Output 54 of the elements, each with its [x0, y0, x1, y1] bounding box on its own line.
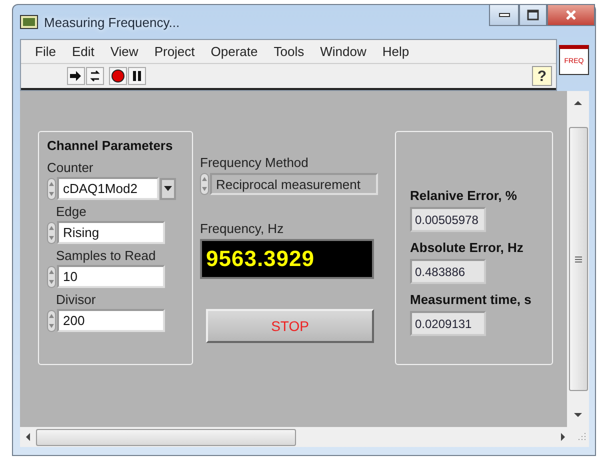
- minimize-icon: [498, 13, 510, 17]
- spinner-icon[interactable]: [47, 310, 56, 332]
- spinner-icon[interactable]: [47, 266, 56, 288]
- menu-item[interactable]: Operate: [202, 44, 266, 59]
- control-label: Edge: [56, 204, 88, 219]
- spinner-icon[interactable]: [47, 222, 56, 244]
- control-label: Counter: [47, 160, 94, 175]
- spinner-icon[interactable]: [200, 173, 209, 195]
- indicator-label: Frequency, Hz: [200, 221, 285, 236]
- pause-icon: [130, 69, 144, 83]
- indicator-label: Measurment time, s: [410, 292, 532, 307]
- caret-icon: [164, 186, 172, 191]
- control-label: Samples to Read: [56, 248, 157, 263]
- close-icon: [564, 9, 578, 21]
- indicator-label: Absolute Error, Hz: [410, 240, 524, 255]
- arrow-icon: [69, 69, 83, 83]
- menu-item[interactable]: Project: [146, 44, 203, 59]
- value-field: 0.483886: [410, 259, 486, 284]
- group-title: Channel Parameters: [47, 138, 174, 153]
- control-label: Divisor: [56, 292, 97, 307]
- counter-dropdown[interactable]: cDAQ1Mod2: [57, 177, 159, 200]
- menu-item[interactable]: File: [27, 44, 64, 59]
- help-button[interactable]: ?: [532, 66, 552, 86]
- minimize-button[interactable]: [489, 4, 519, 26]
- indicator-label: Relanive Error, %: [410, 188, 518, 203]
- menu-item[interactable]: Tools: [266, 44, 312, 59]
- method-selector[interactable]: Reciprocal measurement: [210, 173, 378, 195]
- close-button[interactable]: [547, 4, 595, 26]
- spinner-icon[interactable]: [47, 178, 56, 200]
- menu-item[interactable]: Edit: [64, 44, 102, 59]
- window-title: Measuring Frequency...: [44, 14, 180, 30]
- run-continuously-button[interactable]: [86, 67, 104, 85]
- menu-item[interactable]: View: [102, 44, 146, 59]
- pause-button[interactable]: [128, 67, 146, 85]
- control-label: Frequency Method: [200, 155, 310, 170]
- edge-selector[interactable]: Rising: [57, 221, 165, 244]
- grip-icon: [574, 256, 582, 262]
- frequency-display: 9563.3929: [200, 239, 374, 279]
- loop-icon: [88, 69, 102, 83]
- abort-button[interactable]: [109, 67, 127, 85]
- maximize-icon: [526, 9, 540, 21]
- scrollbar-thumb[interactable]: [36, 428, 296, 446]
- menu-item[interactable]: Help: [374, 44, 418, 59]
- stop-icon: [111, 69, 125, 83]
- menu-item[interactable]: Window: [312, 44, 374, 59]
- value-field: 0.00505978: [410, 207, 486, 232]
- value-field: 0.0209131: [410, 311, 486, 336]
- run-button[interactable]: [67, 67, 85, 85]
- scrollbar-thumb[interactable]: [568, 127, 588, 391]
- dropdown-button[interactable]: [160, 178, 176, 200]
- numeric-field[interactable]: 200: [57, 309, 165, 332]
- maximize-button[interactable]: [519, 4, 547, 26]
- numeric-field[interactable]: 10: [57, 265, 165, 288]
- app-icon: [20, 15, 38, 29]
